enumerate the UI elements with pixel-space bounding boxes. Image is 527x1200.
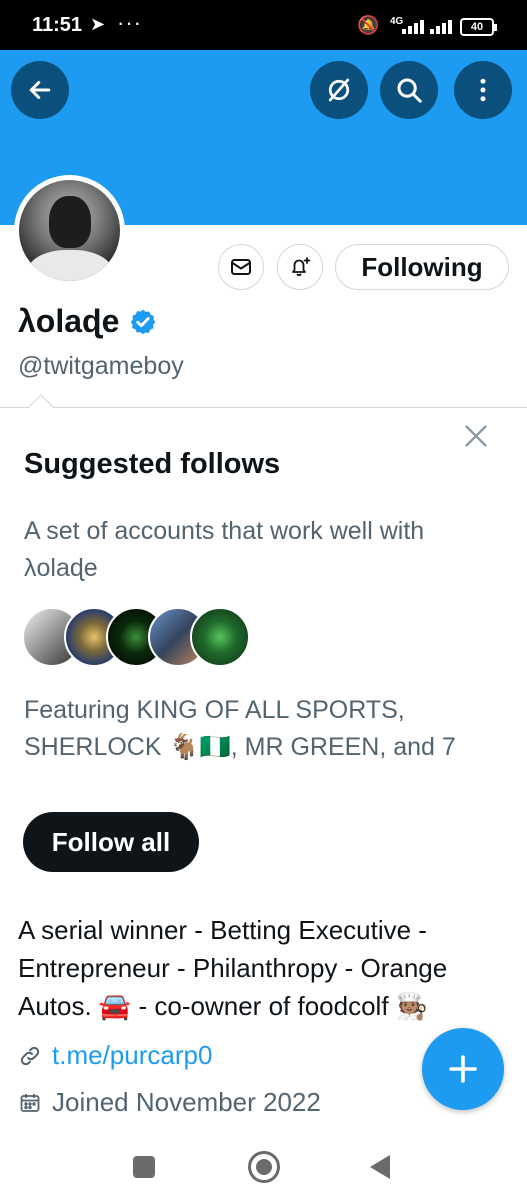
profile-name-row: λolaɖe — [18, 303, 157, 340]
back-triangle-icon[interactable] — [370, 1155, 390, 1179]
system-nav-bar — [0, 1135, 527, 1200]
suggested-avatar[interactable] — [190, 607, 250, 667]
link-icon — [20, 1046, 40, 1065]
notify-button[interactable] — [277, 244, 323, 290]
mail-icon — [231, 259, 251, 275]
arrow-left-icon — [29, 81, 51, 99]
profile-name: λolaɖe — [18, 303, 120, 339]
search-icon — [397, 78, 422, 103]
home-icon[interactable] — [248, 1151, 280, 1183]
close-icon[interactable] — [460, 420, 492, 452]
profile-link[interactable]: t.me/purcarp0 — [52, 1040, 212, 1071]
plus-icon — [449, 1055, 477, 1083]
grok-button[interactable] — [310, 61, 368, 119]
more-vertical-icon — [480, 78, 486, 102]
suggested-divider — [0, 407, 527, 408]
verified-badge-icon[interactable] — [129, 308, 157, 336]
battery-icon: 40 — [460, 18, 497, 36]
profile-link-row: t.me/purcarp0 — [18, 1040, 212, 1071]
following-button[interactable]: Following — [335, 244, 509, 290]
avatar — [19, 180, 120, 281]
profile-bio: A serial winner - Betting Executive - En… — [18, 915, 448, 1021]
suggested-pointer — [28, 394, 54, 420]
message-button[interactable] — [218, 244, 264, 290]
more-button[interactable] — [454, 61, 512, 119]
calendar-icon — [20, 1093, 40, 1112]
follow-all-button[interactable]: Follow all — [23, 812, 199, 872]
profile-joined-row: Joined November 2022 — [18, 1087, 321, 1118]
search-button[interactable] — [380, 61, 438, 119]
suggested-description: A set of accounts that work well with λo… — [24, 517, 425, 582]
bell-plus-icon — [292, 257, 311, 277]
profile-avatar[interactable] — [14, 175, 125, 286]
profile-joined: Joined November 2022 — [52, 1087, 321, 1117]
signal-icon — [430, 18, 460, 34]
profile-handle: @twitgameboy — [18, 352, 184, 380]
back-button[interactable] — [11, 61, 69, 119]
slash-circle-icon — [328, 78, 350, 102]
suggested-featuring: Featuring KING OF ALL SPORTS, SHERLOCK 🐐… — [24, 696, 456, 761]
compose-button[interactable] — [422, 1028, 504, 1110]
status-time: 11:51 — [32, 14, 83, 36]
recents-icon[interactable] — [133, 1156, 155, 1178]
telegram-icon: ➤ — [90, 14, 106, 34]
more-notifications-icon: ··· — [117, 10, 142, 35]
status-bar: 11:51 ➤ ··· 🔕 4G 40 — [0, 0, 527, 50]
mute-icon: 🔕 — [357, 15, 380, 35]
suggested-title: Suggested follows — [24, 448, 281, 480]
suggested-avatars[interactable] — [22, 607, 252, 667]
signal-icon — [400, 18, 430, 34]
